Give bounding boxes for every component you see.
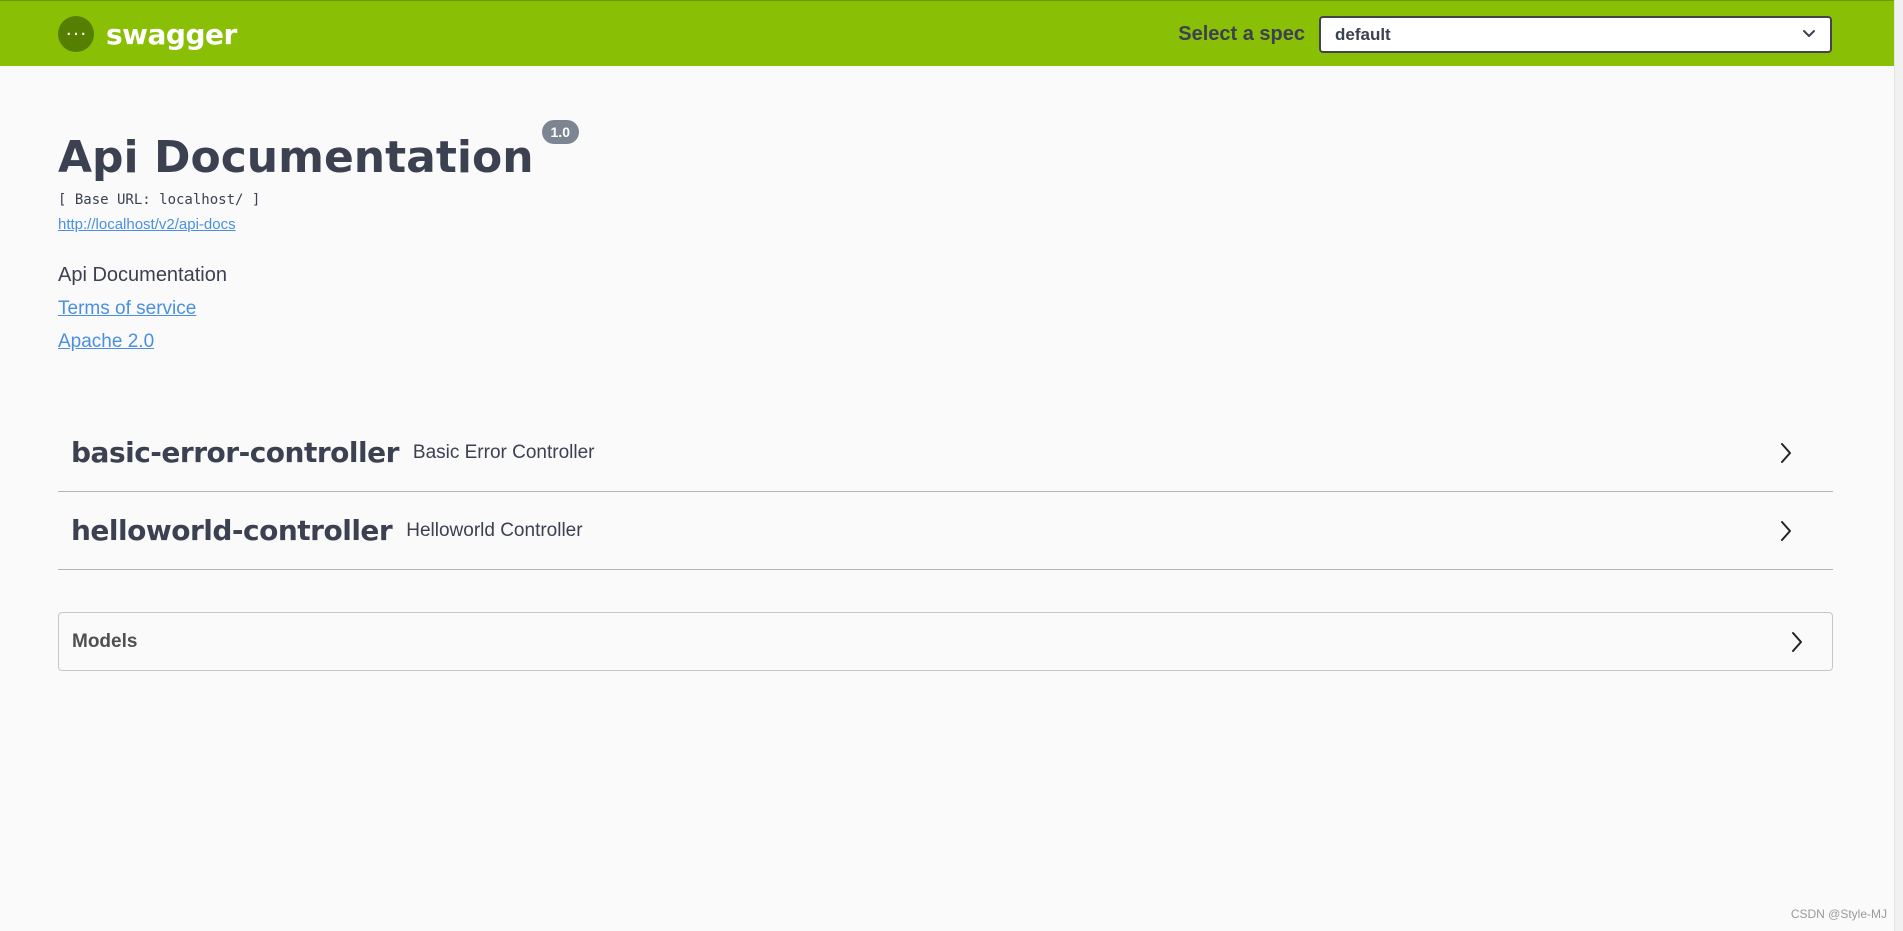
license-link[interactable]: Apache 2.0 bbox=[58, 331, 154, 353]
svg-text:{···}: {···} bbox=[65, 27, 87, 41]
base-url: [ Base URL: localhost/ ] bbox=[58, 192, 261, 208]
chevron-right-icon bbox=[1790, 630, 1804, 654]
spec-select-value: default bbox=[1335, 24, 1391, 44]
topbar: {···} swagger Select a spec default bbox=[0, 0, 1895, 66]
spec-select[interactable]: default bbox=[1319, 16, 1832, 53]
version-badge: 1.0 bbox=[541, 120, 579, 144]
vertical-scrollbar[interactable] bbox=[1894, 0, 1903, 931]
tag-name: helloworld-controller bbox=[71, 514, 393, 547]
tag-basic-error-controller[interactable]: basic-error-controller Basic Error Contr… bbox=[58, 414, 1833, 492]
tag-description: Helloworld Controller bbox=[406, 519, 583, 541]
swagger-logo-icon: {···} bbox=[58, 16, 94, 52]
chevron-right-icon bbox=[1779, 441, 1793, 465]
chevron-down-icon bbox=[1802, 26, 1816, 44]
tag-description: Basic Error Controller bbox=[412, 441, 595, 463]
api-description: Api Documentation bbox=[58, 264, 227, 286]
select-spec-label: Select a spec bbox=[1178, 23, 1305, 45]
tag-helloworld-controller[interactable]: helloworld-controller Helloworld Control… bbox=[58, 492, 1833, 570]
terms-of-service-link[interactable]: Terms of service bbox=[58, 298, 196, 320]
api-title-text: Api Documentation bbox=[58, 132, 534, 183]
swagger-logo-link[interactable]: {···} swagger bbox=[58, 16, 237, 52]
chevron-right-icon bbox=[1779, 519, 1793, 543]
swagger-logo-text: swagger bbox=[106, 17, 237, 51]
api-title: Api Documentation 1.0 bbox=[58, 120, 579, 183]
models-label: Models bbox=[72, 630, 138, 652]
models-section[interactable]: Models bbox=[58, 612, 1833, 671]
tag-name: basic-error-controller bbox=[71, 436, 399, 469]
watermark: CSDN @Style-MJ bbox=[1790, 907, 1887, 921]
api-docs-link[interactable]: http://localhost/v2/api-docs bbox=[58, 216, 236, 233]
